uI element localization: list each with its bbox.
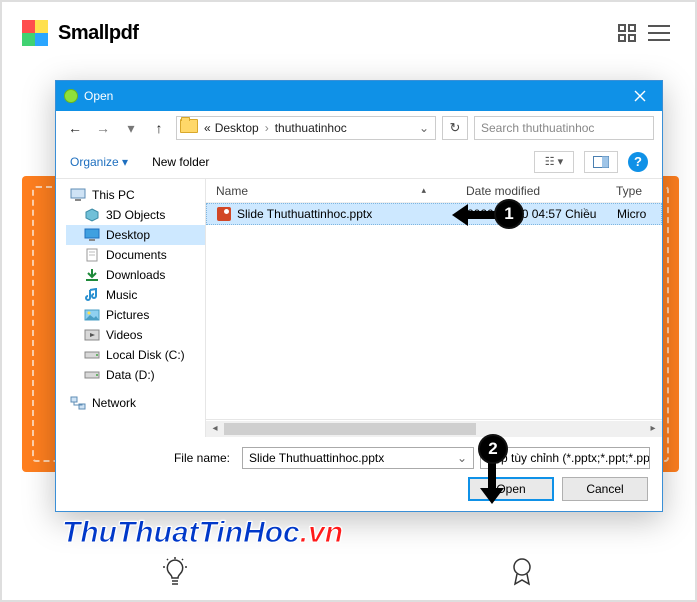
tree-data-d[interactable]: Data (D:) [66,365,205,385]
tree-documents[interactable]: Documents [66,245,205,265]
horizontal-scrollbar[interactable]: ◂ ▸ [206,419,662,437]
scroll-right-button[interactable]: ▸ [644,421,662,437]
nav-tree: This PC 3D Objects Desktop Documents Dow… [56,179,206,437]
annotation-arrow-2 [480,458,504,504]
nav-forward-button[interactable]: → [92,117,114,139]
refresh-button[interactable]: ↻ [442,116,468,140]
folder-icon [180,119,198,133]
organize-menu[interactable]: Organize ▾ [70,155,128,169]
file-open-dialog: Open ← → ▾ ↑ « Desktop › thuthuatinhoc ⌄… [55,80,663,512]
filename-input[interactable]: Slide Thuthuattinhoc.pptx ⌄ [242,447,474,469]
filter-text: Tệp tùy chỉnh (*.pptx;*.ppt;*.pp [487,451,650,465]
col-date[interactable]: Date modified [456,184,606,198]
annotation-badge-2: 2 [478,434,508,464]
breadcrumb-prefix: « [202,121,213,135]
file-list: Name▴ Date modified Type Slide Thuthuatt… [206,179,662,437]
address-bar[interactable]: « Desktop › thuthuatinhoc ⌄ [176,116,436,140]
watermark-ext: .vn [300,516,343,549]
dialog-app-icon [64,89,78,103]
tree-music[interactable]: Music [66,285,205,305]
file-name: Slide Thuthuattinhoc.pptx [237,207,372,221]
view-mode-button[interactable]: ☷ ▾ [534,151,574,173]
idea-icon[interactable] [161,556,189,593]
search-input[interactable]: Search thuthuatinhoc [474,116,654,140]
tree-downloads[interactable]: Downloads [66,265,205,285]
col-type[interactable]: Type [606,184,662,198]
tree-desktop[interactable]: Desktop [66,225,205,245]
file-type: Micro [607,207,661,221]
file-row[interactable]: Slide Thuthuattinhoc.pptx 2020-05-20 04:… [206,203,662,225]
tree-network[interactable]: Network [66,393,205,413]
annotation-badge-1: 1 [494,199,524,229]
new-folder-button[interactable]: New folder [152,155,209,169]
preview-pane-icon [593,156,609,168]
address-dropdown-icon[interactable]: ⌄ [413,121,435,135]
cancel-button[interactable]: Cancel [562,477,648,501]
scroll-thumb[interactable] [224,423,476,435]
command-bar: Organize ▾ New folder ☷ ▾ ? [56,145,662,179]
tree-pictures[interactable]: Pictures [66,305,205,325]
pptx-file-icon [217,207,231,221]
dialog-titlebar: Open [56,81,662,111]
footer-icons [2,554,695,594]
nav-up-button[interactable]: ↑ [148,117,170,139]
watermark-main: ThuThuatTinHoc [62,516,300,549]
search-placeholder: Search thuthuatinhoc [481,121,594,135]
filename-label: File name: [68,451,236,465]
column-headers: Name▴ Date modified Type [206,179,662,203]
sort-asc-icon: ▴ [421,185,426,196]
nav-row: ← → ▾ ↑ « Desktop › thuthuatinhoc ⌄ ↻ Se… [56,111,662,145]
watermark: ThuThuatTinHoc.vn [62,516,343,550]
dialog-title: Open [84,89,113,103]
breadcrumb[interactable]: thuthuatinhoc [273,121,349,135]
menu-icon[interactable] [643,17,675,49]
breadcrumb[interactable]: Desktop [213,121,261,135]
brand-logo [22,20,48,46]
award-icon[interactable] [508,556,536,593]
filename-value: Slide Thuthuattinhoc.pptx [249,451,384,465]
close-icon [634,90,646,102]
help-button[interactable]: ? [628,152,648,172]
nav-back-button[interactable]: ← [64,117,86,139]
col-name[interactable]: Name▴ [206,184,456,198]
apps-grid-icon[interactable] [611,17,643,49]
preview-pane-button[interactable] [584,151,618,173]
dialog-footer: File name: Slide Thuthuattinhoc.pptx ⌄ T… [56,437,662,511]
filename-dropdown-icon[interactable]: ⌄ [457,451,467,465]
tree-3d-objects[interactable]: 3D Objects [66,205,205,225]
chevron-right-icon: › [261,121,273,135]
close-button[interactable] [618,81,662,111]
nav-recent-button[interactable]: ▾ [120,117,142,139]
brand-name: Smallpdf [58,22,138,45]
scroll-left-button[interactable]: ◂ [206,421,224,437]
tree-videos[interactable]: Videos [66,325,205,345]
app-header: Smallpdf [2,2,695,60]
tree-local-disk-c[interactable]: Local Disk (C:) [66,345,205,365]
tree-this-pc[interactable]: This PC [66,185,205,205]
